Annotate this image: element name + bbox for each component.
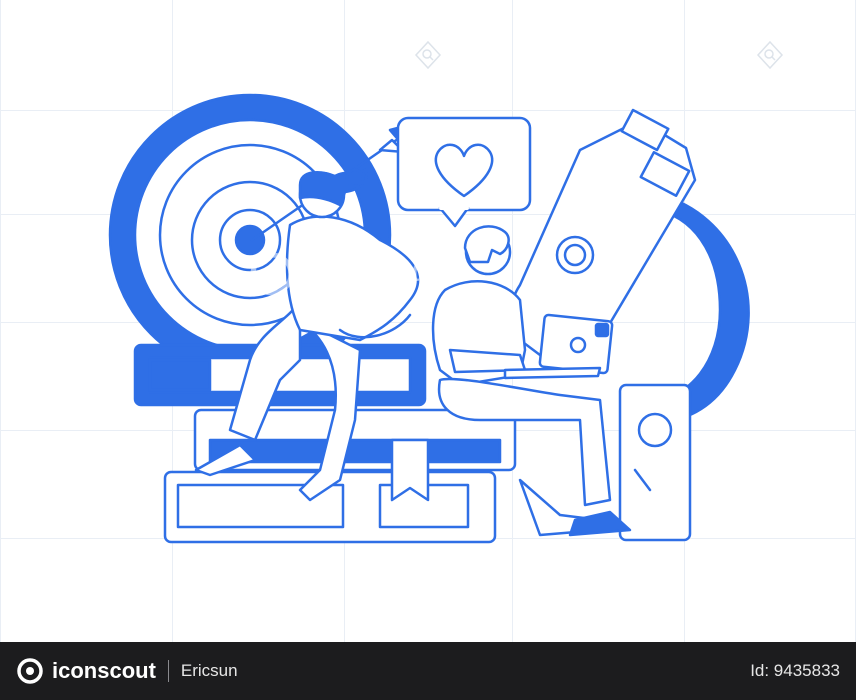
heart-bubble-icon [396,116,532,228]
illustration [108,93,750,544]
footer-brand-name: iconscout [52,658,156,683]
iconscout-logo-icon [250,252,294,296]
iconscout-logo-icon [17,658,43,684]
watermark-author: Ericsun [310,282,351,296]
footer-bar: iconscout Ericsun Id: 9435833 [0,642,856,700]
footer-divider [167,660,169,682]
footer-author[interactable]: Ericsun [181,661,238,681]
watermark: iconscout Ericsun [250,244,470,304]
footer-brand[interactable]: iconscout [16,657,156,685]
footer-asset-id: Id: 9435833 [750,661,840,680]
